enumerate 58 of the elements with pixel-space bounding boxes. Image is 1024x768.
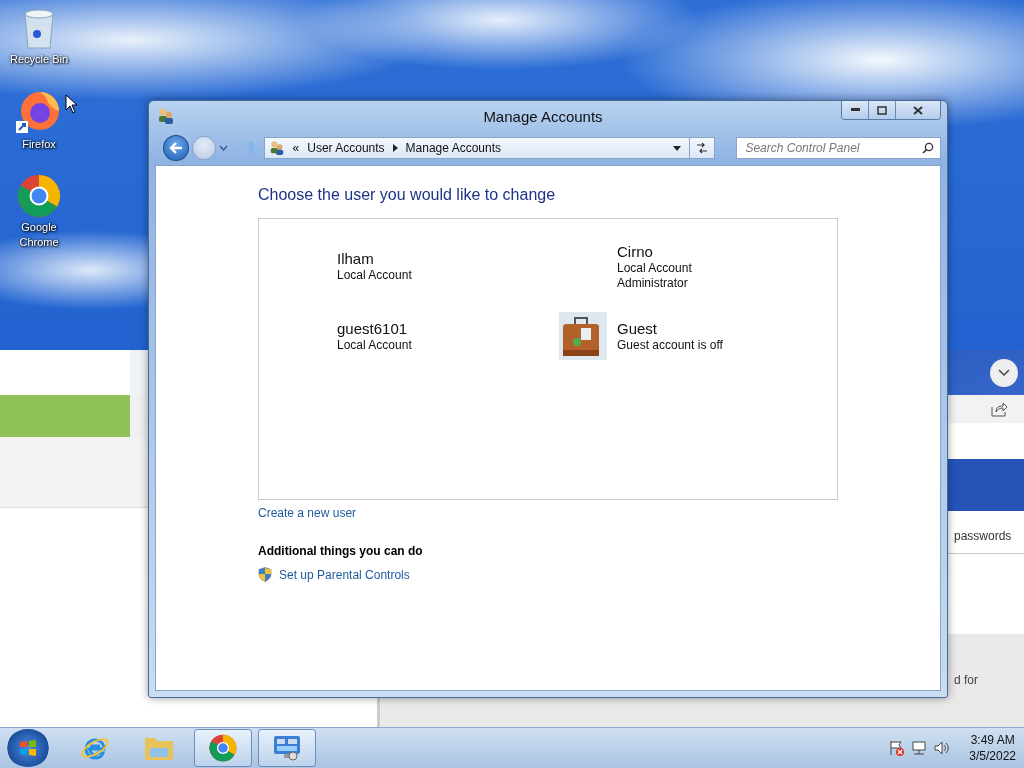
users-icon (268, 140, 285, 156)
desktop-icon-label[interactable]: Firefox (6, 137, 72, 152)
account-detail: Administrator (617, 275, 689, 291)
search-field[interactable]: Search Control Panel (736, 137, 941, 159)
breadcrumb-arrow-icon[interactable] (392, 144, 398, 152)
desktop-icon-label[interactable]: Google Chrome (6, 220, 72, 250)
window-title: Manage Accounts (482, 107, 604, 125)
background-text: passwords (954, 529, 1012, 545)
account-detail: Local Account (337, 268, 412, 283)
account-detail: Local Account (337, 338, 412, 353)
users-icon (157, 107, 175, 125)
page-heading: Choose the user you would like to change (258, 186, 556, 204)
chevron-down-icon (998, 368, 1010, 377)
minimize-icon (850, 108, 860, 112)
breadcrumb-item[interactable]: Manage Accounts (405, 141, 501, 155)
account-name[interactable]: guest6101 (337, 319, 412, 338)
chrome-icon (17, 174, 61, 218)
shield-icon (258, 567, 272, 582)
mouse-cursor-icon (65, 94, 79, 114)
close-button[interactable] (896, 101, 940, 119)
back-arrow-icon (168, 142, 183, 154)
clock-date[interactable]: 3/5/2022 (969, 748, 1016, 764)
address-bar[interactable]: « User Accounts Manage Accounts (263, 137, 716, 159)
control-panel-icon (272, 734, 302, 762)
background-text: d for (954, 673, 978, 687)
taskbar-app-button[interactable] (258, 729, 316, 767)
account-detail: Local Account (617, 260, 692, 276)
chevron-down-button[interactable] (990, 358, 1018, 387)
minimize-button[interactable] (842, 101, 869, 119)
parental-controls-link[interactable]: Set up Parental Controls (279, 567, 410, 582)
recycle-bin-icon[interactable] (22, 8, 56, 50)
firefox-icon[interactable] (16, 89, 62, 135)
close-icon (913, 105, 923, 115)
section-heading: Additional things you can do (258, 544, 423, 558)
breadcrumb-overflow[interactable]: « (292, 141, 300, 155)
taskbar-app-button[interactable] (194, 729, 252, 767)
clock-time[interactable]: 3:49 AM (970, 732, 1015, 748)
search-icon[interactable] (922, 142, 934, 154)
flag-warning-icon[interactable] (889, 740, 906, 756)
account-name[interactable]: Guest (617, 319, 723, 338)
account-name[interactable]: Ilham (337, 249, 412, 268)
breadcrumb-item[interactable]: User Accounts (307, 141, 385, 155)
windows-logo-icon (18, 738, 38, 758)
dropdown-caret-icon[interactable] (673, 145, 682, 151)
account-detail: Guest account is off (617, 338, 723, 353)
folder-icon (144, 735, 174, 761)
start-button[interactable] (6, 729, 50, 767)
maximize-icon (877, 105, 887, 115)
maximize-button[interactable] (869, 101, 896, 119)
account-name[interactable]: Cirno (617, 241, 692, 261)
create-user-link[interactable]: Create a new user (258, 506, 357, 520)
share-icon[interactable] (990, 401, 1008, 417)
suitcase-picture[interactable] (559, 312, 607, 360)
network-icon[interactable] (911, 740, 928, 756)
chrome-icon (209, 734, 237, 762)
back-button[interactable] (163, 135, 189, 161)
speaker-icon[interactable] (933, 740, 950, 756)
refresh-arrows-icon (695, 142, 710, 154)
